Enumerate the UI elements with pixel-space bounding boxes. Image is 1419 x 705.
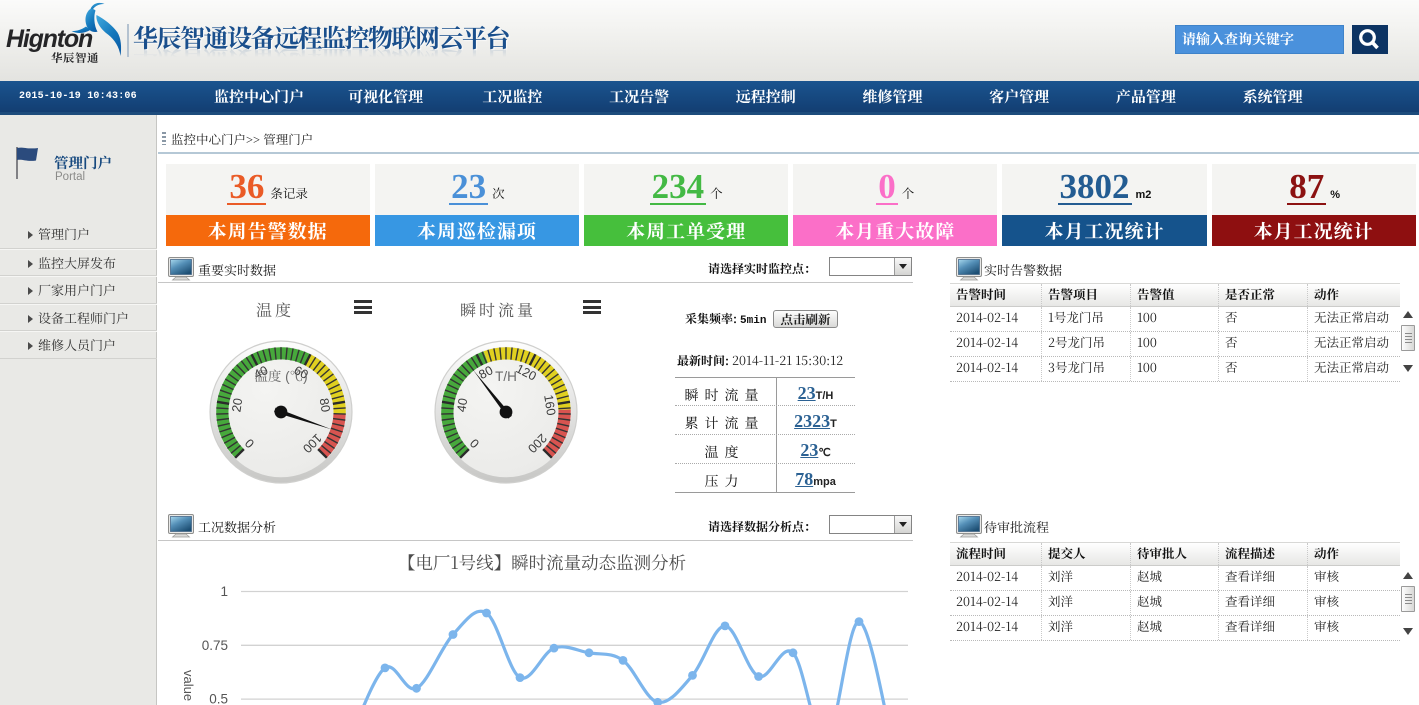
svg-text:40: 40: [454, 397, 470, 413]
svg-text:温度 (℃): 温度 (℃): [254, 369, 307, 384]
svg-text:0.75: 0.75: [202, 638, 228, 653]
svg-text:【电厂1号线】瞬时流量动态监测分析: 【电厂1号线】瞬时流量动态监测分析: [398, 550, 686, 575]
svg-text:80: 80: [317, 397, 333, 413]
svg-text:0.5: 0.5: [209, 692, 228, 705]
svg-text:1: 1: [220, 584, 228, 599]
svg-text:T/H: T/H: [495, 369, 517, 384]
svg-text:20: 20: [229, 397, 245, 413]
svg-text:value: value: [181, 670, 196, 701]
